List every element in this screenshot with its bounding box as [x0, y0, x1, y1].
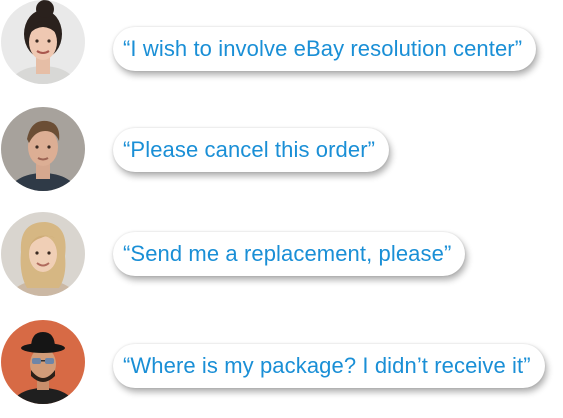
message-bubble: “Send me a replacement, please” — [113, 232, 466, 276]
woman-blonde-hair-avatar — [1, 212, 85, 296]
man-brown-hair-avatar — [1, 107, 85, 191]
message-bubble: “I wish to involve eBay resolution cente… — [113, 27, 537, 71]
man-hat-sunglasses-avatar — [1, 320, 85, 404]
message-row: “I wish to involve eBay resolution cente… — [0, 0, 563, 100]
message-row: “Send me a replacement, please” — [0, 212, 563, 312]
message-row: “Where is my package? I didn’t receive i… — [0, 318, 563, 418]
message-bubble: “Where is my package? I didn’t receive i… — [113, 344, 545, 388]
message-row: “Please cancel this order” — [0, 107, 563, 207]
message-bubble: “Please cancel this order” — [113, 128, 390, 172]
woman-dark-hair-avatar — [1, 0, 85, 84]
